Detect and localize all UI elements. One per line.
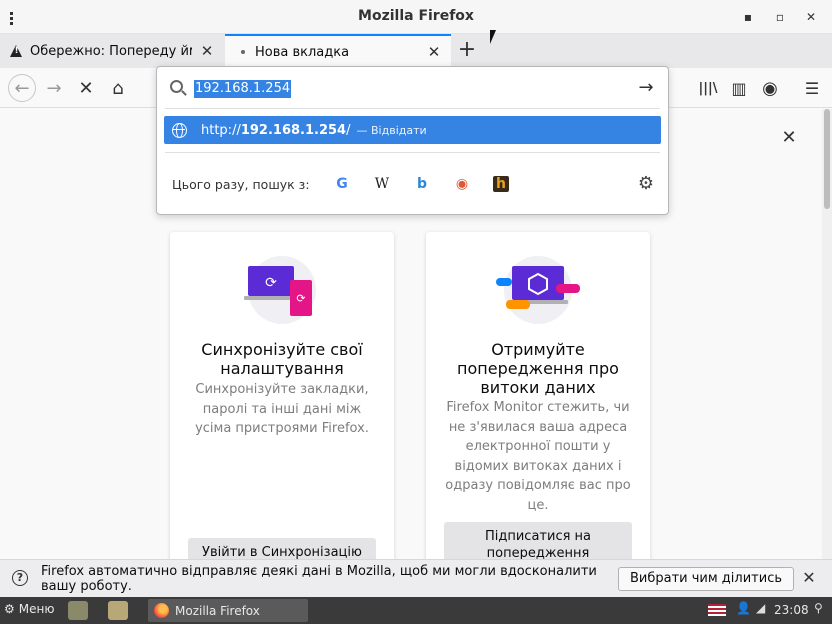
library-button[interactable]: |||\ [696, 76, 720, 100]
monitor-card: Отримуйте попередження про витоки даних … [426, 232, 650, 568]
urlbar-popup: 192.168.1.254 → http:// 192.168.1.254 / … [156, 66, 669, 215]
tab-warning[interactable]: Обережно: Попереду ймо ✕ [0, 34, 224, 68]
tab-close-icon[interactable]: ✕ [200, 44, 214, 59]
window-titlebar: Mozilla Firefox ▪ ▫ ✕ [0, 0, 832, 34]
forward-button[interactable]: → [42, 76, 66, 100]
notification-close-icon[interactable]: ✕ [802, 570, 816, 586]
svg-text:⟳: ⟳ [265, 275, 277, 291]
notification-message: Firefox автоматично відправляє деякі дан… [41, 564, 597, 594]
mouse-cursor [490, 30, 496, 44]
taskbar-item-firefox[interactable]: Mozilla Firefox [148, 599, 308, 622]
google-icon[interactable]: G [333, 175, 351, 193]
suggestion-action: — Відвідати [356, 123, 427, 137]
monitor-card-heading: Отримуйте попередження про витоки даних [457, 340, 619, 397]
account-button[interactable]: ◉ [758, 76, 782, 100]
clock[interactable]: 23:08 [774, 603, 809, 617]
divider [165, 108, 660, 109]
start-menu-label: Меню [18, 602, 55, 616]
power-icon[interactable]: ⚲ [814, 601, 823, 615]
show-desktop-icon[interactable] [68, 601, 88, 620]
dismiss-button[interactable]: ✕ [780, 129, 798, 147]
file-manager-icon[interactable] [108, 601, 128, 620]
suggestion-suffix: / [346, 122, 351, 138]
go-arrow-icon[interactable]: → [636, 78, 656, 98]
taskbar-item-label: Mozilla Firefox [175, 603, 260, 618]
start-menu-button[interactable]: ⚙ Меню [4, 602, 54, 616]
menu-button[interactable]: ☰ [800, 76, 824, 100]
duckduckgo-icon[interactable]: ◉ [453, 175, 471, 193]
divider [165, 152, 660, 153]
svg-text:⟳: ⟳ [296, 292, 305, 305]
tab-label: Нова вкладка [255, 44, 350, 60]
monitor-card-description: Firefox Monitor стежить, чи не з'явилася… [445, 400, 631, 513]
address-input[interactable]: 192.168.1.254 [194, 80, 292, 98]
sync-card-description: Синхронізуйте закладки, паролі та інші д… [195, 382, 369, 436]
firefox-icon [154, 603, 169, 618]
network-icon[interactable]: ◢ [756, 601, 765, 615]
choose-what-to-share-button[interactable]: Вибрати чим ділитись [618, 567, 794, 591]
us-flag-icon[interactable] [708, 604, 726, 616]
sidebar-button[interactable]: ▥ [727, 76, 751, 100]
data-collection-notification: ? Firefox автоматично відправляє деякі д… [0, 559, 832, 597]
bing-icon[interactable]: b [413, 175, 431, 193]
globe-icon [172, 122, 187, 138]
monitor-illustration [496, 256, 580, 324]
search-icon [170, 80, 183, 93]
warning-icon [10, 45, 22, 57]
loading-icon [241, 50, 245, 54]
suggestion-prefix: http:// [201, 122, 241, 138]
sync-illustration: ⟳ ⟳ [244, 256, 316, 324]
gear-icon: ⚙ [4, 602, 15, 616]
sync-card-heading: Синхронізуйте свої налаштування [201, 340, 363, 378]
wikipedia-icon[interactable]: W [373, 175, 391, 193]
minimize-button[interactable]: ▪ [741, 10, 755, 24]
close-window-button[interactable]: ✕ [804, 10, 818, 24]
new-tab-button[interactable]: + [456, 39, 478, 62]
tab-strip: Обережно: Попереду ймо ✕ Нова вкладка ✕ [0, 34, 832, 68]
question-icon: ? [12, 570, 28, 586]
suggestion-row[interactable]: http:// 192.168.1.254 / — Відвідати [164, 116, 661, 144]
back-button[interactable]: ← [8, 74, 36, 102]
user-icon[interactable]: 👤 [736, 601, 751, 615]
scrollbar[interactable] [822, 109, 832, 559]
tab-label: Обережно: Попереду ймо [30, 43, 192, 59]
maximize-button[interactable]: ▫ [773, 10, 787, 24]
one-off-search-label: Цього разу, пошук з: [172, 177, 310, 192]
tab-new-tab[interactable]: Нова вкладка ✕ [225, 34, 451, 68]
window-title: Mozilla Firefox [358, 8, 474, 24]
scrollbar-thumb[interactable] [824, 109, 830, 209]
search-settings-gear-icon[interactable]: ⚙ [636, 174, 656, 194]
desktop-taskbar: ⚙ Меню Mozilla Firefox 👤 ◢ 23:08 ⚲ [0, 597, 832, 624]
hotline-icon[interactable]: h [493, 176, 509, 192]
suggestion-host: 192.168.1.254 [240, 122, 347, 138]
home-button[interactable]: ⌂ [106, 76, 130, 100]
stop-button[interactable]: ✕ [74, 76, 98, 100]
tab-close-icon[interactable]: ✕ [427, 45, 441, 60]
sync-card: ⟳ ⟳ Синхронізуйте свої налаштування Синх… [170, 232, 394, 567]
